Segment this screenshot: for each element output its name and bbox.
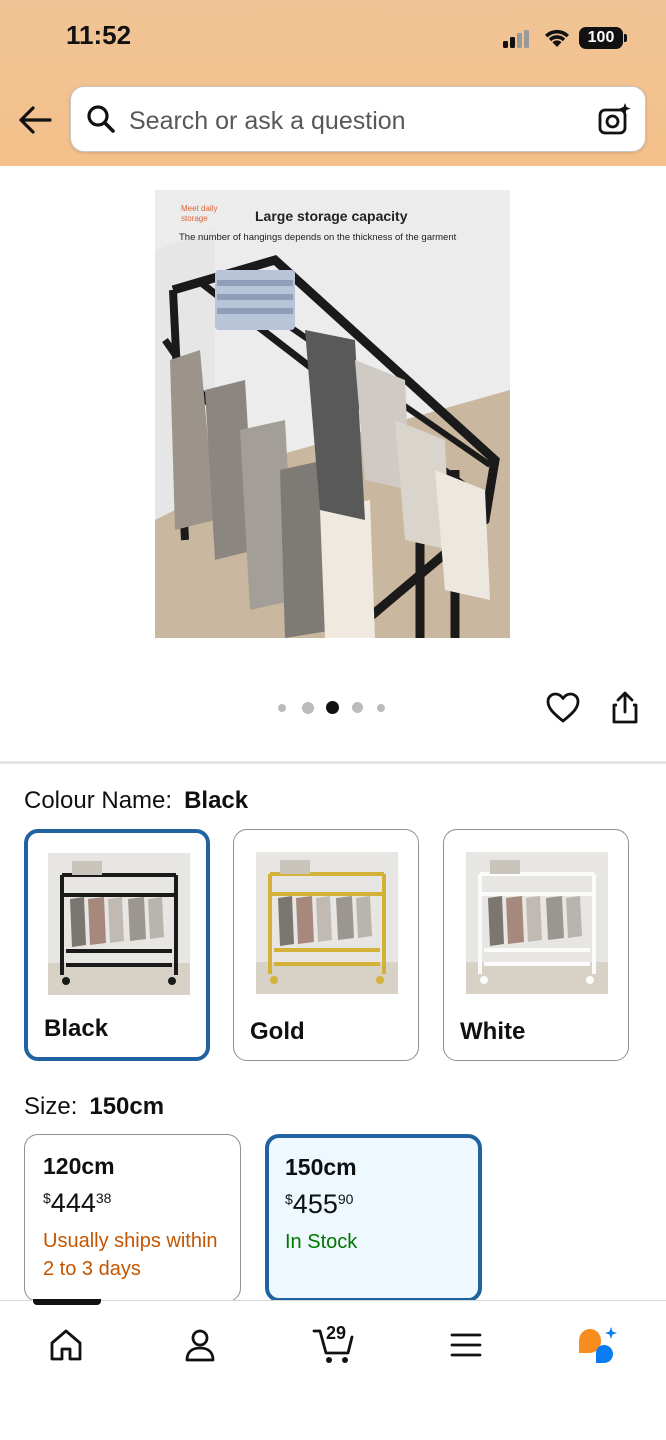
bottom-navigation: 29: [0, 1299, 666, 1440]
back-arrow-icon[interactable]: [16, 100, 56, 140]
colour-option-black[interactable]: Black: [24, 829, 210, 1061]
search-input[interactable]: Search or ask a question: [70, 86, 646, 152]
colour-option-gold[interactable]: Gold: [233, 829, 419, 1061]
image-meet-text: Meet daily storage: [181, 204, 218, 223]
home-icon[interactable]: [46, 1325, 86, 1365]
pagination-dot[interactable]: [352, 702, 363, 713]
size-label: Size:: [24, 1093, 78, 1120]
size-price: $44438: [43, 1188, 222, 1219]
status-time: 11:52: [66, 20, 132, 50]
price-fraction: 38: [95, 1190, 112, 1206]
swatch-label: Black: [44, 1015, 109, 1042]
swatch-label: White: [460, 1018, 526, 1045]
section-divider: [0, 761, 666, 764]
pagination-dot[interactable]: [377, 704, 385, 712]
colour-selected-value: Black: [184, 787, 249, 814]
wifi-icon: [545, 29, 569, 47]
colour-label-row: Colour Name: Black: [24, 787, 248, 815]
colour-option-white[interactable]: White: [443, 829, 629, 1061]
account-icon[interactable]: [180, 1325, 220, 1365]
swatch-image-black: [48, 853, 190, 995]
pagination-dot-active[interactable]: [326, 701, 339, 714]
search-icon: [87, 105, 115, 133]
image-pagination-dots[interactable]: [278, 701, 388, 715]
search-placeholder: Search or ask a question: [129, 107, 406, 135]
price-currency: $: [285, 1191, 293, 1207]
size-selected-value: 150cm: [89, 1093, 165, 1120]
size-name: 150cm: [285, 1154, 357, 1180]
size-name: 120cm: [43, 1153, 115, 1179]
pagination-dot[interactable]: [278, 704, 286, 712]
size-option-120cm[interactable]: 120cm $44438 Usually ships within 2 to 3…: [24, 1134, 241, 1302]
image-subline: The number of hangings depends on the th…: [179, 232, 457, 243]
availability-text: In Stock: [285, 1231, 358, 1253]
camera-search-icon[interactable]: [597, 101, 633, 137]
price-whole: 444: [50, 1188, 96, 1218]
swatch-image-gold: [256, 852, 398, 994]
share-icon[interactable]: [607, 690, 643, 726]
price-currency: $: [43, 1190, 51, 1206]
battery-indicator: 100: [579, 27, 627, 49]
size-label-row: Size: 150cm: [24, 1093, 164, 1121]
availability-text: Usually ships within 2 to 3 days: [43, 1230, 218, 1280]
menu-icon[interactable]: [446, 1325, 486, 1365]
price-whole: 455: [292, 1189, 338, 1219]
cellular-signal-icon: [503, 30, 533, 48]
image-headline: Large storage capacity: [255, 208, 408, 224]
swatch-label: Gold: [250, 1018, 305, 1045]
active-tab-indicator: [33, 1299, 101, 1305]
app-header: 11:52 100 Search or ask a question: [0, 0, 666, 166]
product-image[interactable]: Meet daily storage Large storage capacit…: [155, 190, 510, 638]
rufus-assistant-icon[interactable]: [576, 1325, 620, 1365]
clothes-rack-illustration: [155, 190, 510, 638]
pagination-dot[interactable]: [302, 702, 314, 714]
size-option-150cm[interactable]: 150cm $45590 In Stock: [265, 1134, 482, 1302]
size-price: $45590: [285, 1189, 462, 1220]
colour-label: Colour Name:: [24, 787, 173, 814]
heart-icon[interactable]: [545, 690, 581, 726]
swatch-image-white: [466, 852, 608, 994]
cart-count-badge: 29: [326, 1323, 347, 1343]
price-fraction: 90: [337, 1191, 354, 1207]
